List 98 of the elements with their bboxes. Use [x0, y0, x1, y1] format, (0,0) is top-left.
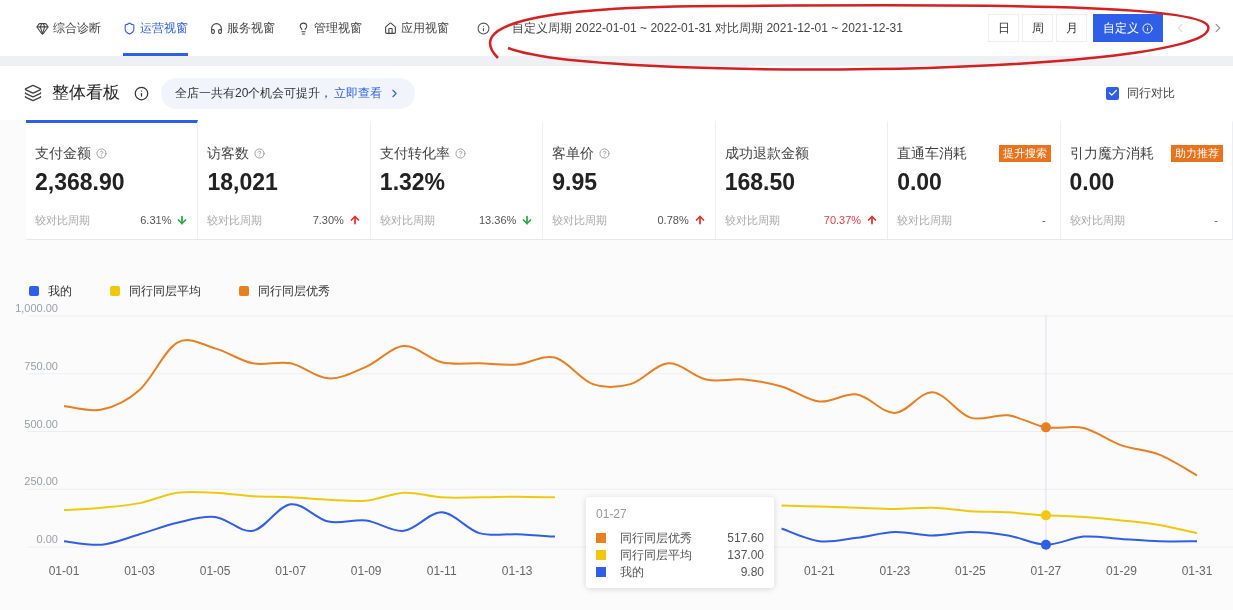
change-value: - — [1214, 212, 1218, 228]
change-value: - — [1041, 212, 1046, 228]
range-button[interactable]: 月 — [1056, 14, 1087, 42]
change-value: 7.30% — [312, 212, 344, 228]
x-axis-label: 01-13 — [501, 564, 533, 578]
metric-card[interactable]: 支付转化率 1.32% 较对比周期 13.36% — [370, 120, 544, 239]
nav-tab[interactable]: 综合诊断 — [36, 0, 101, 56]
metric-card[interactable]: 成功退款金额 168.50 较对比周期 70.37% — [715, 120, 889, 239]
section-title: 整体看板 — [52, 82, 120, 105]
tip-text: 全店一共有20个机会可提升， — [175, 85, 333, 102]
arrow-down-icon — [176, 213, 189, 226]
legend-label[interactable]: 我的 — [48, 282, 72, 300]
metric-value: 1.32% — [379, 168, 447, 197]
y-axis-label: 250.00 — [24, 475, 58, 488]
tooltip-title: 01-27 — [596, 506, 628, 523]
compare-label: 较对比周期 — [552, 212, 608, 228]
compare-label: 较对比周期 — [207, 212, 263, 228]
tooltip-series-name: 我的 — [620, 563, 645, 581]
help-icon[interactable] — [599, 147, 611, 159]
gem-icon — [36, 21, 49, 35]
range-button[interactable]: 日 — [988, 14, 1019, 42]
nav-tab[interactable]: 管理视窗 — [297, 0, 362, 56]
help-icon[interactable] — [454, 147, 466, 159]
metric-value: 2,368.90 — [35, 168, 126, 197]
compare-checkbox[interactable] — [1106, 86, 1119, 100]
tooltip-value: 137.00 — [727, 546, 764, 564]
x-axis-label: 01-03 — [124, 564, 155, 578]
metric-label: 支付金额 — [35, 143, 91, 163]
compare-label: 较对比周期 — [897, 212, 953, 228]
info-icon[interactable] — [134, 85, 149, 101]
legend-label[interactable]: 同行同层平均 — [129, 282, 201, 300]
change-value: 70.37% — [823, 212, 862, 228]
metric-value: 0.00 — [897, 168, 943, 197]
compare-label: 较对比周期 — [379, 212, 435, 228]
nav-tab[interactable]: 应用视窗 — [384, 0, 449, 56]
info-icon[interactable] — [477, 21, 490, 35]
compare-label: 较对比周期 — [1069, 212, 1125, 228]
metric-label: 访客数 — [207, 143, 250, 163]
metric-card[interactable]: 客单价 9.95 较对比周期 0.78% — [543, 120, 716, 239]
metric-card[interactable]: 引力魔方消耗 助力推荐 0.00 较对比周期 - — [1060, 120, 1233, 239]
range-button[interactable]: 周 — [1022, 14, 1053, 42]
arrow-down-icon — [521, 213, 534, 226]
x-axis-label: 01-05 — [199, 564, 231, 578]
arrow-up-icon — [348, 213, 361, 226]
tooltip-series-name: 同行同层优秀 — [620, 529, 693, 547]
metric-value: 18,021 — [207, 168, 279, 197]
x-axis-label: 01-09 — [350, 564, 382, 578]
headphones-icon — [210, 21, 223, 35]
metric-label: 引力魔方消耗 — [1069, 143, 1154, 163]
change-value: 13.36% — [478, 212, 517, 228]
compare-label: 较对比周期 — [724, 212, 780, 228]
data-point — [1040, 539, 1051, 550]
x-axis-label: 01-23 — [879, 564, 911, 578]
tooltip-value: 9.80 — [740, 563, 764, 581]
info-icon — [1142, 22, 1153, 34]
x-axis-label: 01-11 — [426, 564, 457, 578]
x-axis-label: 01-21 — [804, 564, 835, 578]
lightbulb-icon — [297, 21, 310, 35]
x-axis-label: 01-29 — [1106, 564, 1137, 578]
checkbox-label: 同行对比 — [1127, 85, 1175, 102]
y-axis-label: 0.00 — [36, 533, 58, 545]
legend-label[interactable]: 同行同层优秀 — [258, 282, 330, 300]
metric-value: 0.00 — [1069, 168, 1116, 197]
arrow-up-icon — [866, 213, 879, 226]
x-axis-label: 01-31 — [1181, 564, 1213, 578]
layers-icon — [24, 84, 42, 102]
view-now-link[interactable]: 立即查看 — [334, 84, 383, 102]
metric-label: 成功退款金额 — [724, 143, 809, 163]
metric-label: 直通车消耗 — [897, 143, 968, 163]
metric-value: 168.50 — [724, 168, 797, 197]
metric-card[interactable]: 直通车消耗 提升搜索 0.00 较对比周期 - — [888, 120, 1061, 239]
help-icon[interactable] — [96, 147, 107, 159]
metric-card[interactable]: 支付金额 2,368.90 较对比周期 6.31% — [26, 120, 199, 239]
change-value: 6.31% — [140, 212, 172, 228]
x-axis-label: 01-01 — [48, 564, 80, 578]
tooltip-value: 517.60 — [727, 529, 764, 547]
metric-value: 9.95 — [552, 168, 599, 197]
data-point — [1040, 510, 1051, 521]
range-button[interactable]: 自定义 — [1093, 14, 1163, 42]
y-axis-label: 750.00 — [24, 359, 58, 372]
x-axis-label: 01-25 — [955, 564, 986, 578]
x-axis-label: 01-27 — [1030, 564, 1062, 578]
change-value: 0.78% — [657, 212, 689, 228]
tooltip-series-name: 同行同层平均 — [620, 546, 693, 564]
data-point — [1040, 422, 1051, 433]
home-icon — [384, 21, 397, 35]
date-period: 自定义周期 2022-01-01 ~ 2022-01-31 对比周期 2021-12-01 ~ 2021-12-31 — [512, 20, 903, 37]
help-icon[interactable] — [254, 147, 266, 159]
shield-icon — [123, 21, 136, 35]
nav-tab[interactable]: 服务视窗 — [210, 0, 275, 56]
x-axis-label: 01-07 — [275, 564, 306, 578]
metric-card[interactable]: 访客数 18,021 较对比周期 7.30% — [198, 120, 371, 239]
y-axis-label: 500.00 — [24, 417, 58, 430]
arrow-up-icon — [693, 213, 706, 226]
metric-label: 支付转化率 — [379, 143, 450, 163]
compare-label: 较对比周期 — [35, 212, 90, 228]
y-axis-label: 1,000.00 — [15, 303, 58, 314]
metric-label: 客单价 — [552, 143, 595, 163]
